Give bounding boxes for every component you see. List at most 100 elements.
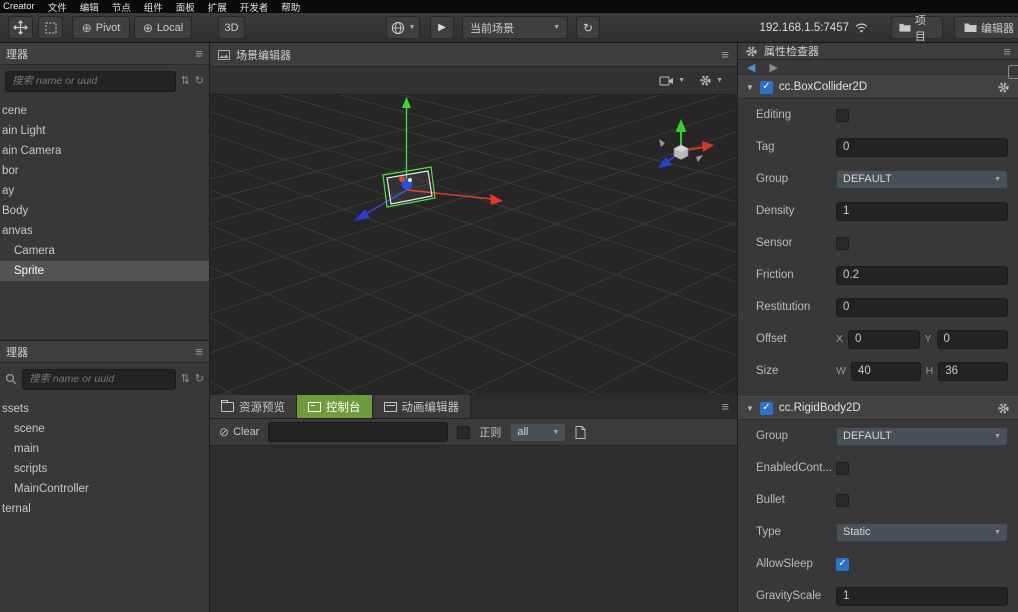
property-label: Restitution <box>756 301 811 313</box>
hierarchy-item[interactable]: Sprite <box>0 261 209 281</box>
gizmo-settings-dropdown[interactable]: ▼ <box>699 74 723 87</box>
hierarchy-item[interactable]: bor <box>0 161 209 181</box>
panel-menu-icon[interactable]: ≡ <box>1003 45 1011 58</box>
property-input[interactable] <box>836 137 1008 157</box>
property-select[interactable]: Static ▼ <box>836 522 1008 542</box>
panel-menu-icon[interactable]: ≡ <box>721 48 729 61</box>
chevron-down-icon: ▼ <box>994 432 1001 440</box>
menu-item[interactable]: 节点 <box>112 0 131 14</box>
local-button[interactable]: ⊕ Local <box>134 16 192 39</box>
tab-asset-preview[interactable]: 资源预览 <box>210 395 297 418</box>
asset-item[interactable]: main <box>0 439 209 459</box>
property-checkbox[interactable] <box>836 108 849 122</box>
log-level-select[interactable]: all ▼ <box>510 422 567 442</box>
pivot-button[interactable]: ⊕ Pivot <box>72 16 130 39</box>
refresh-button[interactable]: ↻ <box>576 16 600 39</box>
panel-menu-icon[interactable]: ≡ <box>195 47 203 60</box>
editor-folder-button[interactable]: 编辑器 <box>954 16 1018 39</box>
menu-item[interactable]: 帮助 <box>281 0 300 14</box>
console-filter-input[interactable] <box>268 422 449 442</box>
property-control <box>836 586 1008 606</box>
asset-item[interactable]: scripts <box>0 459 209 479</box>
scene-canvas <box>210 95 737 395</box>
3d-mode-button[interactable]: 3D <box>218 16 245 39</box>
property-row: GravityScale <box>738 580 1018 612</box>
property-row: Restitution <box>738 291 1018 323</box>
property-input[interactable] <box>850 361 921 381</box>
collapse-arrow-icon[interactable]: ▼ <box>746 83 754 92</box>
regex-checkbox[interactable] <box>457 425 471 439</box>
component-header[interactable]: ▼ ✓ cc.BoxCollider2D <box>738 75 1018 99</box>
console-output <box>210 446 737 612</box>
lock-icon[interactable] <box>1008 65 1018 79</box>
property-row: Friction <box>738 259 1018 291</box>
console-clear-button[interactable]: ⊘ Clear <box>219 425 259 439</box>
tab-anim-editor[interactable]: 动画编辑器 <box>372 395 471 418</box>
asset-item[interactable]: scene <box>0 419 209 439</box>
refresh-icon[interactable]: ↻ <box>195 75 204 87</box>
hierarchy-item[interactable]: cene <box>0 101 209 121</box>
hierarchy-item[interactable]: Camera <box>0 241 209 261</box>
inspector-nav-row: ◀ ▶ <box>738 60 1018 79</box>
property-row: Editing <box>738 99 1018 131</box>
hierarchy-item[interactable]: ain Camera <box>0 141 209 161</box>
menu-item[interactable]: 编辑 <box>80 0 99 14</box>
menu-item[interactable]: Creator <box>3 1 35 12</box>
property-input[interactable] <box>836 201 1008 221</box>
hierarchy-item[interactable]: Body <box>0 201 209 221</box>
assets-search-input[interactable] <box>22 368 176 390</box>
menu-item[interactable]: 面板 <box>176 0 195 14</box>
property-checkbox[interactable]: ✓ <box>836 557 849 571</box>
component-enabled-checkbox[interactable]: ✓ <box>759 401 773 415</box>
property-input[interactable] <box>936 329 1008 349</box>
rect-tool-button[interactable] <box>38 16 63 39</box>
property-input[interactable] <box>836 265 1008 285</box>
assets-panel: 理器 ≡ ⇅ ↻ ssetsscenemainscriptsMainContro… <box>0 341 209 612</box>
property-checkbox[interactable] <box>836 493 849 507</box>
history-forward-icon[interactable]: ▶ <box>769 61 777 74</box>
property-input[interactable] <box>938 361 1009 381</box>
hierarchy-item[interactable]: ain Light <box>0 121 209 141</box>
play-button[interactable]: ▶ <box>430 16 454 39</box>
property-select[interactable]: DEFAULT ▼ <box>836 426 1008 446</box>
component-header[interactable]: ▼ ✓ cc.RigidBody2D <box>738 396 1018 420</box>
menu-item[interactable]: 组件 <box>144 0 163 14</box>
expand-all-icon[interactable]: ⇅ <box>181 75 190 87</box>
regex-label: 正则 <box>479 427 502 439</box>
log-file-icon[interactable] <box>575 425 586 439</box>
project-folder-button[interactable]: 项目 <box>891 15 943 43</box>
property-checkbox[interactable] <box>836 461 849 475</box>
property-checkbox[interactable] <box>836 236 849 250</box>
property-input[interactable] <box>836 586 1008 606</box>
gear-icon[interactable] <box>997 402 1010 415</box>
property-label: Group <box>756 173 788 185</box>
gear-icon[interactable] <box>997 81 1010 94</box>
hierarchy-item[interactable]: anvas <box>0 221 209 241</box>
menu-item[interactable]: 开发者 <box>240 0 269 14</box>
collapse-arrow-icon[interactable]: ▼ <box>746 404 754 413</box>
hierarchy-search-input[interactable] <box>5 70 176 92</box>
camera-dropdown[interactable]: ▼ <box>659 76 685 86</box>
gear-icon <box>746 45 757 57</box>
scene-select[interactable]: 当前场景 ▼ <box>462 16 568 39</box>
expand-all-icon[interactable]: ⇅ <box>181 373 190 385</box>
asset-item[interactable]: MainController <box>0 479 209 499</box>
panel-menu-icon[interactable]: ≡ <box>195 345 203 358</box>
refresh-icon[interactable]: ↻ <box>195 373 204 385</box>
property-input[interactable] <box>836 297 1008 317</box>
hierarchy-item[interactable]: ay <box>0 181 209 201</box>
property-input[interactable] <box>848 329 920 349</box>
scene-viewport[interactable] <box>210 95 737 395</box>
panel-menu-icon[interactable]: ≡ <box>721 400 729 413</box>
property-select[interactable]: DEFAULT ▼ <box>836 169 1008 189</box>
menu-item[interactable]: 扩展 <box>208 0 227 14</box>
component-enabled-checkbox[interactable]: ✓ <box>759 80 773 94</box>
asset-item[interactable]: ternal <box>0 499 209 519</box>
log-level-value: all <box>517 426 529 438</box>
menu-item[interactable]: 文件 <box>48 0 67 14</box>
asset-item[interactable]: ssets <box>0 399 209 419</box>
tab-console[interactable]: 控制台 <box>297 395 373 418</box>
move-tool-button[interactable] <box>8 16 33 39</box>
preview-target-button[interactable]: ▼ <box>386 16 420 39</box>
history-back-icon[interactable]: ◀ <box>747 61 755 74</box>
